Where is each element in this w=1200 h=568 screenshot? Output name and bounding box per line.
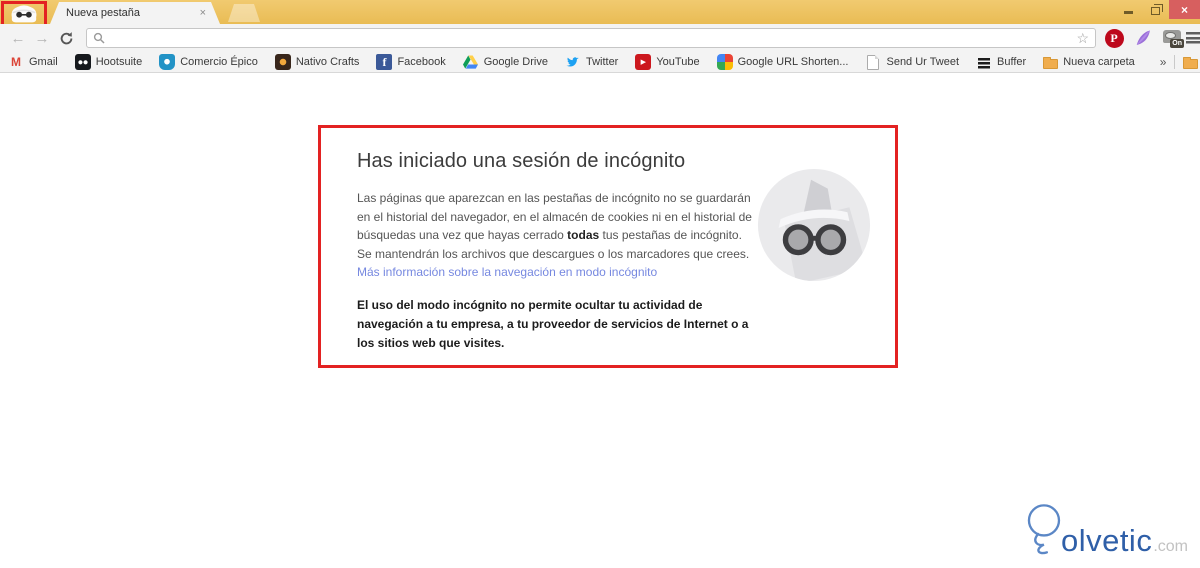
- tab-nueva-pestana[interactable]: Nueva pestaña ×: [50, 2, 220, 24]
- incognito-text-column: Has iniciado una sesión de incógnito Las…: [357, 148, 755, 365]
- incognito-message-box: Has iniciado una sesión de incógnito Las…: [318, 125, 898, 368]
- feather-glyph: [1136, 30, 1150, 45]
- reload-icon: [60, 31, 72, 44]
- forward-button[interactable]: →: [30, 26, 54, 50]
- restore-icon: [1151, 3, 1163, 15]
- bookmark-item[interactable]: Google URL Shorten...: [716, 54, 849, 70]
- on-badge: On: [1170, 39, 1184, 48]
- window-controls: ×: [1115, 0, 1200, 19]
- twitter-icon: [565, 54, 581, 70]
- hootsuite-icon: [74, 54, 91, 70]
- new-tab-button[interactable]: [228, 4, 260, 22]
- bookmark-label: Send Ur Tweet: [886, 56, 960, 68]
- bookmark-item[interactable]: Hootsuite: [74, 54, 143, 70]
- description-bold-word: todas: [567, 228, 600, 242]
- tab-strip: Nueva pestaña × ×: [0, 0, 1200, 27]
- bookmark-item[interactable]: Google Drive: [463, 54, 548, 70]
- bookmarks-overflow-chevron[interactable]: »: [1152, 55, 1175, 69]
- youtube-icon: ▶: [635, 54, 652, 70]
- bookmark-label: Buffer: [997, 56, 1027, 68]
- tab-title: Nueva pestaña: [66, 7, 140, 19]
- extension-on-icon[interactable]: On: [1159, 24, 1185, 52]
- address-bar[interactable]: ☆: [86, 28, 1096, 48]
- tape-glyph: On: [1163, 30, 1184, 48]
- bookmark-item[interactable]: Comercio Épico: [159, 54, 258, 70]
- bookmark-item[interactable]: Buffer: [976, 54, 1026, 70]
- bookmark-label: Nueva carpeta: [1063, 56, 1135, 68]
- logo-wordmark: olvetic: [1060, 523, 1153, 558]
- comercio-icon: [159, 54, 176, 70]
- bookmark-label: Nativo Crafts: [295, 56, 360, 68]
- incognito-hat-glasses-icon: [757, 168, 871, 282]
- bookmark-label: Gmail: [29, 56, 58, 68]
- bookmark-label: YouTube: [656, 56, 700, 68]
- facebook-icon: f: [376, 54, 393, 70]
- nativo-icon: [274, 54, 291, 70]
- gmail-icon: M: [11, 55, 21, 69]
- logo-suffix: .com: [1153, 538, 1188, 555]
- bookmark-label: Comercio Épico: [180, 56, 258, 68]
- incognito-description: Las páginas que aparezcan en las pestaña…: [357, 189, 755, 282]
- bookmark-item[interactable]: Send Ur Tweet: [865, 54, 960, 70]
- toolbar: ← → ☆ P On: [0, 24, 1200, 52]
- bookmark-star-icon[interactable]: ☆: [1076, 31, 1089, 45]
- bookmark-item[interactable]: Twitter: [565, 54, 618, 70]
- bookmark-item[interactable]: Nueva carpeta: [1043, 55, 1135, 69]
- bookmark-label: Hootsuite: [95, 56, 143, 68]
- bookmark-label: Google Drive: [483, 56, 548, 68]
- buffer-icon: [976, 54, 993, 70]
- minimize-icon: [1124, 11, 1133, 14]
- bookmarks-list: M Gmail Hootsuite Comercio Épico Nativo Craf…: [8, 54, 1152, 70]
- bookmark-label: Facebook: [397, 56, 446, 68]
- feather-extension-icon[interactable]: [1131, 24, 1155, 52]
- bookmark-label: Twitter: [585, 56, 619, 68]
- page-icon: [867, 54, 880, 70]
- minimize-button[interactable]: [1115, 0, 1142, 19]
- folder-icon: [1183, 57, 1199, 69]
- folder-icon: [1043, 57, 1059, 69]
- menu-hamburger-icon[interactable]: [1186, 32, 1200, 44]
- tab-close-icon[interactable]: ×: [198, 7, 208, 19]
- bookmark-item[interactable]: f Facebook: [376, 54, 446, 70]
- gurl-icon: [716, 54, 733, 70]
- restore-button[interactable]: [1142, 0, 1169, 19]
- incognito-icon-wrap: [755, 148, 873, 365]
- back-button[interactable]: ←: [6, 26, 30, 50]
- other-bookmarks-button[interactable]: Otros marcadores: [1183, 55, 1200, 69]
- solvetic-logo: olvetic .com: [1017, 502, 1188, 564]
- pinterest-extension-icon[interactable]: P: [1103, 24, 1125, 52]
- bookmarks-separator: [1174, 55, 1176, 69]
- page-title: Has iniciado una sesión de incógnito: [357, 150, 686, 172]
- reload-button[interactable]: [54, 26, 78, 50]
- drive-icon: [463, 54, 479, 70]
- url-input[interactable]: [111, 30, 1077, 46]
- close-button[interactable]: ×: [1169, 0, 1200, 19]
- learn-more-link[interactable]: Más información sobre la navegación en m…: [357, 265, 657, 279]
- bookmarks-bar: M Gmail Hootsuite Comercio Épico Nativo Craf…: [0, 52, 1200, 73]
- search-icon: [93, 32, 105, 44]
- bookmark-item[interactable]: M Gmail: [8, 54, 58, 70]
- pinterest-p: P: [1104, 28, 1124, 48]
- incognito-warning: El uso del modo incógnito no permite ocu…: [357, 297, 749, 350]
- bookmark-item[interactable]: Nativo Crafts: [274, 54, 360, 70]
- bookmark-item[interactable]: ▶ YouTube: [635, 54, 700, 70]
- bookmark-label: Google URL Shorten...: [737, 56, 849, 68]
